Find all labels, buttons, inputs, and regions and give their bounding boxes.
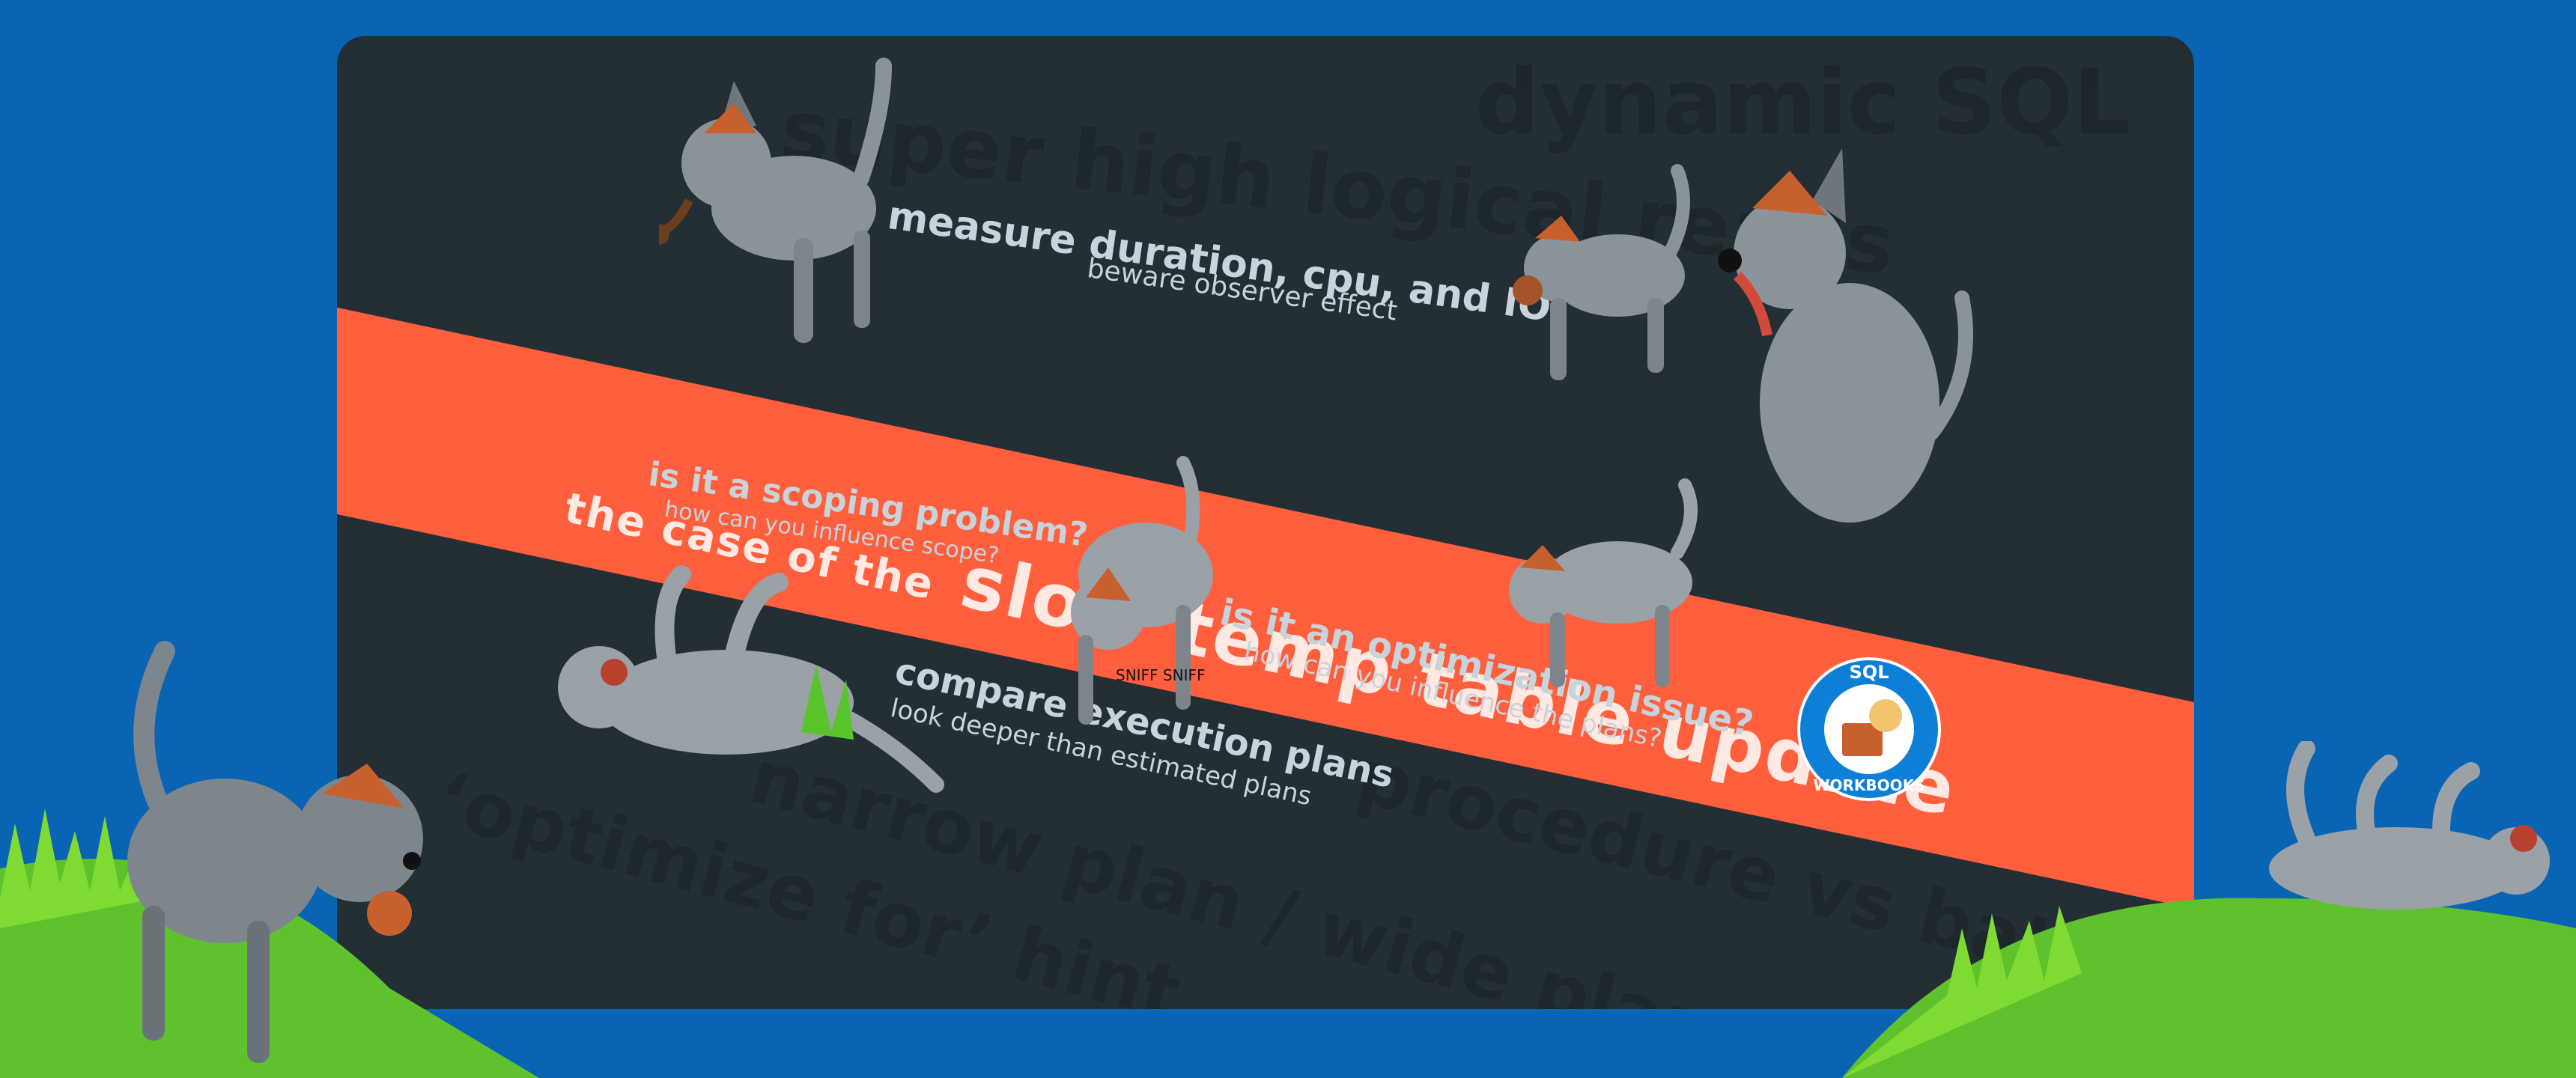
logo-bottom-text: WORKBOOKS [1813,776,1925,794]
dog-sniffing-icon [1513,164,1690,380]
dog-rolling-right-icon [2269,741,2550,910]
dog-sitting-icon [1718,148,1973,523]
dog-ball-icon [127,641,423,1063]
dog-walking-icon [1509,478,1698,687]
sql-workbooks-logo: SQL WORKBOOKS [1797,657,1941,801]
phrase-dynamic-sql: dynamic SQL [1475,51,2130,155]
dog-rolling-icon [558,565,944,793]
dog-pipe-icon [659,58,892,343]
dog-caption: SNIFF SNIFF [1116,666,1206,684]
logo-top-text: SQL [1850,662,1889,683]
dog-curious-icon [1071,456,1213,725]
